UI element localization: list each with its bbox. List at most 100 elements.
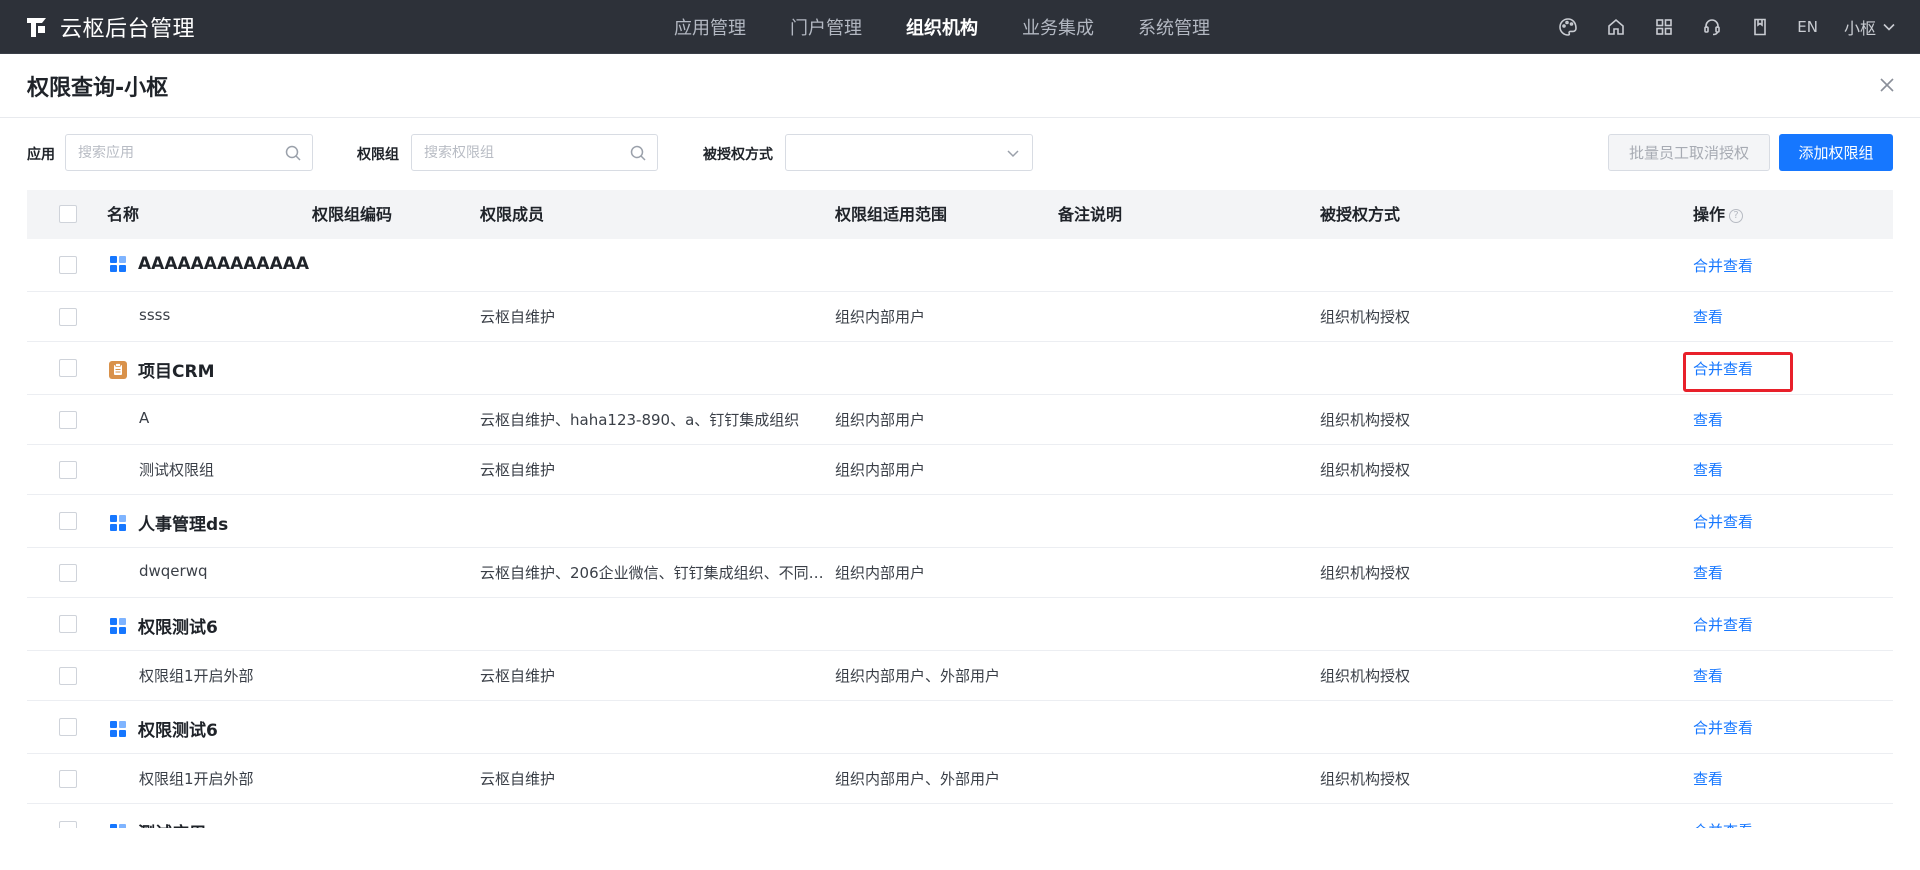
panel-header: 权限查询-小枢 bbox=[0, 54, 1920, 118]
batch-revoke-button[interactable]: 批量员工取消授权 bbox=[1608, 134, 1770, 171]
permission-scope: 组织内部用户 bbox=[835, 461, 926, 479]
top-navigation-bar: 云枢后台管理 应用管理 门户管理 组织机构 业务集成 系统管理 EN 小枢 bbox=[0, 0, 1920, 54]
row-checkbox[interactable] bbox=[59, 821, 77, 828]
help-icon[interactable]: ? bbox=[1729, 208, 1744, 223]
home-icon[interactable] bbox=[1605, 16, 1627, 38]
col-members: 权限成员 bbox=[480, 205, 545, 224]
auth-method-label: 被授权方式 bbox=[703, 147, 773, 163]
permission-group-name: A bbox=[139, 409, 150, 427]
row-checkbox[interactable] bbox=[59, 256, 77, 274]
app-group-label: AAAAAAAAAAAAA bbox=[138, 254, 310, 274]
table-header: 名称 权限组编码 权限成员 权限组适用范围 备注说明 被授权方式 操作? bbox=[27, 190, 1893, 239]
permission-members: 云枢自维护 bbox=[480, 461, 556, 479]
row-checkbox[interactable] bbox=[59, 308, 77, 326]
permission-scope: 组织内部用户 bbox=[835, 564, 926, 582]
view-link[interactable]: 查看 bbox=[1693, 306, 1723, 327]
grid-app-icon bbox=[108, 513, 128, 533]
merge-view-link[interactable]: 合并查看 bbox=[1693, 255, 1753, 276]
row-checkbox[interactable] bbox=[59, 770, 77, 788]
grid-app-icon bbox=[108, 616, 128, 636]
table-row: A 云枢自维护、haha123-890、a、钉钉集成组织 组织内部用户 组织机构授权 查… bbox=[27, 395, 1893, 445]
permission-group-name: 测试权限组 bbox=[139, 461, 215, 479]
auth-method: 组织机构授权 bbox=[1320, 564, 1411, 582]
nav-item-business-integration[interactable]: 业务集成 bbox=[1022, 14, 1094, 40]
chevron-down-icon bbox=[1004, 144, 1022, 162]
permission-scope: 组织内部用户 bbox=[835, 308, 926, 326]
app-search-input[interactable] bbox=[78, 144, 312, 161]
group-search-input[interactable] bbox=[424, 144, 657, 161]
col-auth-method: 被授权方式 bbox=[1320, 205, 1401, 224]
permission-members: 云枢自维护、206企业微信、钉钉集成组织、不同… bbox=[480, 564, 824, 582]
group-search-field[interactable] bbox=[411, 134, 658, 171]
row-checkbox[interactable] bbox=[59, 359, 77, 377]
table-row: ssss 云枢自维护 组织内部用户 组织机构授权 查看 bbox=[27, 292, 1893, 342]
app-group-name: 权限测试6 bbox=[108, 613, 218, 638]
row-checkbox[interactable] bbox=[59, 564, 77, 582]
merge-view-link[interactable]: 合并查看 bbox=[1693, 358, 1753, 379]
permission-scope: 组织内部用户、外部用户 bbox=[835, 770, 1001, 788]
permission-group-name: ssss bbox=[139, 306, 171, 324]
group-filter-label: 权限组 bbox=[357, 147, 399, 163]
app-group-label: 权限测试6 bbox=[138, 618, 218, 638]
table-row: 权限组1开启外部 云枢自维护 组织内部用户、外部用户 组织机构授权 查看 bbox=[27, 754, 1893, 804]
merge-view-link[interactable]: 合并查看 bbox=[1693, 820, 1753, 828]
add-permission-group-button[interactable]: 添加权限组 bbox=[1779, 134, 1893, 171]
view-link[interactable]: 查看 bbox=[1693, 768, 1723, 789]
grid-app-icon bbox=[108, 719, 128, 739]
select-all-checkbox[interactable] bbox=[59, 205, 77, 223]
row-checkbox[interactable] bbox=[59, 667, 77, 685]
col-code: 权限组编码 bbox=[312, 205, 393, 224]
nav-item-portal-management[interactable]: 门户管理 bbox=[790, 14, 862, 40]
nav-item-organization[interactable]: 组织机构 bbox=[906, 14, 978, 40]
chevron-down-icon bbox=[1883, 23, 1895, 31]
app-group-name: AAAAAAAAAAAAA bbox=[108, 254, 309, 274]
app-group-label: 测试应用 bbox=[138, 819, 206, 828]
row-checkbox[interactable] bbox=[59, 718, 77, 736]
app-group-name: 项目CRM bbox=[108, 357, 214, 382]
auth-method: 组织机构授权 bbox=[1320, 667, 1411, 685]
merge-view-link[interactable]: 合并查看 bbox=[1693, 717, 1753, 738]
palette-icon[interactable] bbox=[1557, 16, 1579, 38]
view-link[interactable]: 查看 bbox=[1693, 459, 1723, 480]
auth-method: 组织机构授权 bbox=[1320, 411, 1411, 429]
view-link[interactable]: 查看 bbox=[1693, 665, 1723, 686]
table-row-app-group: 人事管理ds 合并查看 bbox=[27, 495, 1893, 548]
brand[interactable]: 云枢后台管理 bbox=[24, 0, 195, 54]
permission-members: 云枢自维护、haha123-890、a、钉钉集成组织 bbox=[480, 411, 800, 429]
app-group-name: 测试应用 bbox=[108, 819, 206, 828]
nav-item-system-management[interactable]: 系统管理 bbox=[1138, 14, 1210, 40]
top-right-tools: EN 小枢 bbox=[1557, 0, 1896, 54]
language-switch[interactable]: EN bbox=[1797, 18, 1818, 36]
view-link[interactable]: 查看 bbox=[1693, 409, 1723, 430]
row-checkbox[interactable] bbox=[59, 461, 77, 479]
auth-method: 组织机构授权 bbox=[1320, 461, 1411, 479]
search-icon bbox=[629, 144, 647, 162]
document-icon[interactable] bbox=[1749, 16, 1771, 38]
user-menu[interactable]: 小枢 bbox=[1844, 15, 1896, 39]
table-row-app-group: AAAAAAAAAAAAA 合并查看 bbox=[27, 239, 1893, 292]
merge-view-link[interactable]: 合并查看 bbox=[1693, 511, 1753, 532]
app-filter-label: 应用 bbox=[27, 147, 55, 163]
app-group-label: 权限测试6 bbox=[138, 721, 218, 741]
view-link[interactable]: 查看 bbox=[1693, 562, 1723, 583]
close-icon[interactable] bbox=[1876, 74, 1898, 96]
permission-group-name: dwqerwq bbox=[139, 562, 208, 580]
grid-app-icon bbox=[108, 254, 128, 274]
permission-scope: 组织内部用户、外部用户 bbox=[835, 667, 1001, 685]
main-nav: 应用管理 门户管理 组织机构 业务集成 系统管理 bbox=[674, 0, 1254, 54]
table-row: 权限组1开启外部 云枢自维护 组织内部用户、外部用户 组织机构授权 查看 bbox=[27, 651, 1893, 701]
app-search-field[interactable] bbox=[65, 134, 313, 171]
apps-grid-icon[interactable] bbox=[1653, 16, 1675, 38]
merge-view-link[interactable]: 合并查看 bbox=[1693, 614, 1753, 635]
col-operations-label: 操作 bbox=[1693, 205, 1726, 224]
row-checkbox[interactable] bbox=[59, 615, 77, 633]
permission-group-name: 权限组1开启外部 bbox=[139, 667, 254, 685]
headset-support-icon[interactable] bbox=[1701, 16, 1723, 38]
row-checkbox[interactable] bbox=[59, 411, 77, 429]
table-row-app-group: 权限测试6 合并查看 bbox=[27, 598, 1893, 651]
app-group-name: 权限测试6 bbox=[108, 716, 218, 741]
col-scope: 权限组适用范围 bbox=[835, 205, 948, 224]
row-checkbox[interactable] bbox=[59, 512, 77, 530]
auth-method-select[interactable] bbox=[785, 134, 1033, 171]
nav-item-app-management[interactable]: 应用管理 bbox=[674, 14, 746, 40]
